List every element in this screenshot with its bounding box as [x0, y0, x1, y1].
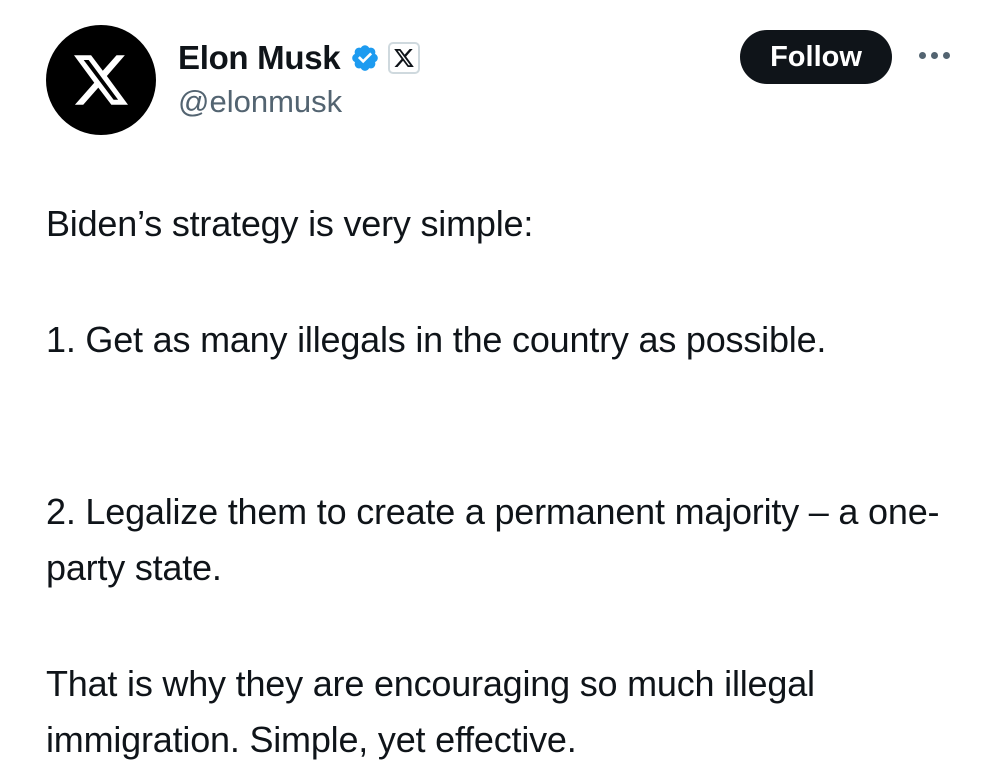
author-handle[interactable]: @elonmusk: [178, 84, 342, 120]
author-name-row: Elon Musk: [178, 36, 421, 80]
x-logo-icon: [74, 55, 128, 105]
follow-button[interactable]: Follow: [740, 30, 892, 84]
x-affiliate-badge-icon[interactable]: [388, 42, 421, 74]
dot: [930, 51, 938, 59]
more-dots-icon[interactable]: [910, 42, 958, 68]
tweet-paragraph: 1. Get as many illegals in the country a…: [46, 319, 827, 360]
dot: [918, 51, 926, 59]
tweet-paragraph: 2. Legalize them to create a permanent m…: [46, 491, 940, 588]
author-avatar[interactable]: [46, 25, 156, 135]
dot: [942, 51, 950, 59]
author-display-name[interactable]: Elon Musk: [178, 39, 341, 77]
tweet-paragraph: Biden’s strategy is very simple:: [46, 203, 534, 244]
verified-badge-icon[interactable]: [350, 43, 380, 73]
tweet-card: Elon Musk @elonmusk Follow Biden’s strat…: [0, 0, 1000, 782]
tweet-paragraph: That is why they are encouraging so much…: [46, 663, 815, 760]
